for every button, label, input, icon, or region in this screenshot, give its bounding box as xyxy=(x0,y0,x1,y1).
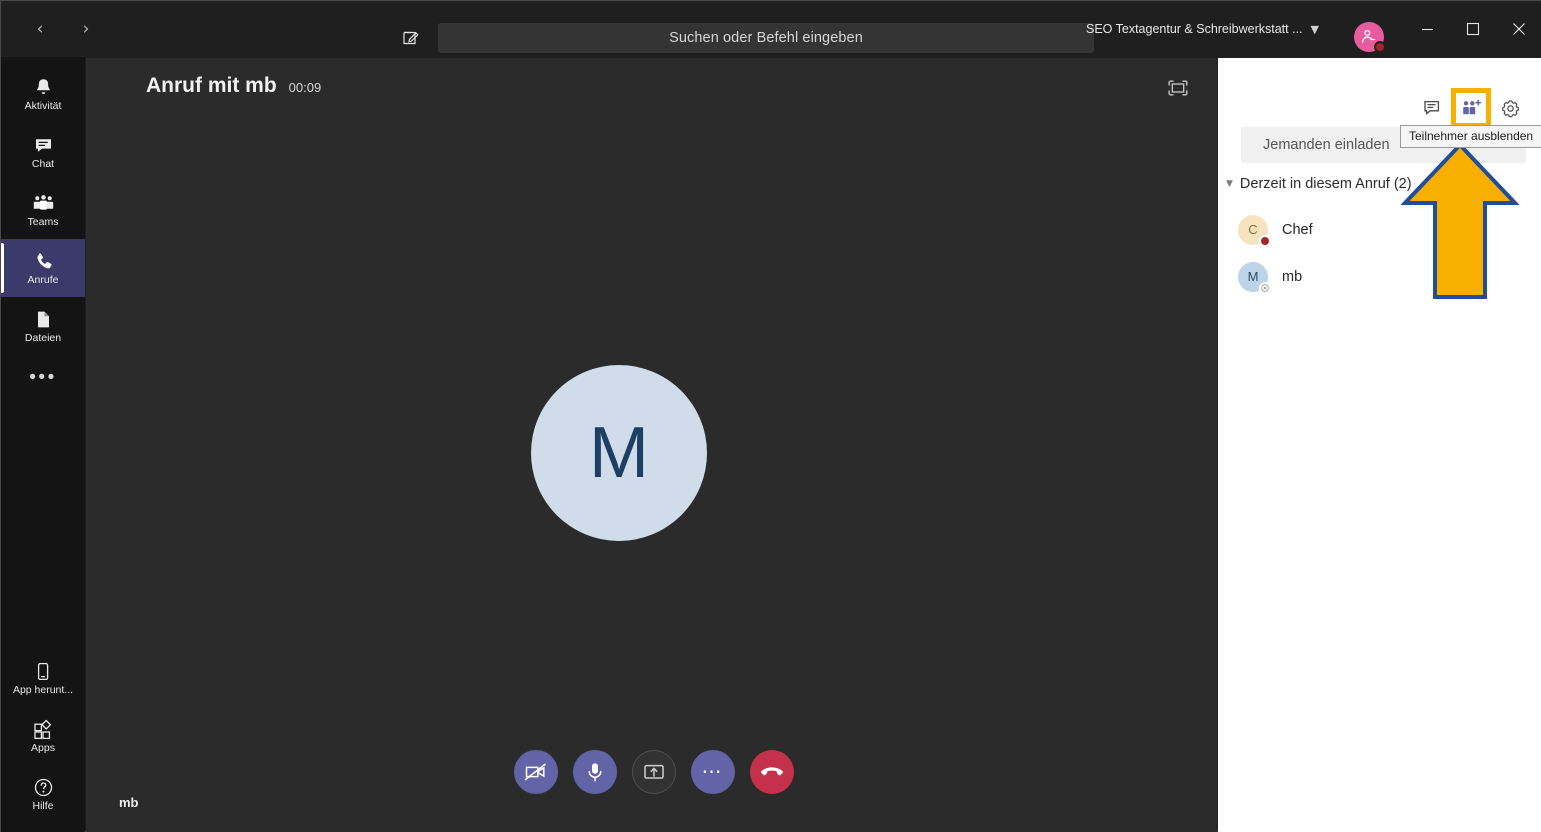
share-screen-icon xyxy=(643,764,664,779)
sidebar-item-label: Dateien xyxy=(24,331,62,344)
gear-icon xyxy=(1501,99,1519,117)
more-dots-icon: ••• xyxy=(29,367,57,388)
page-title: Anruf mit mb xyxy=(146,74,277,97)
app-rail: Aktivität Chat Teams Anrufe Dateien ••• … xyxy=(1,57,85,832)
microphone-button[interactable] xyxy=(572,750,617,794)
participant-name: mb xyxy=(1282,268,1303,285)
share-screen-button[interactable] xyxy=(631,750,676,794)
search-placeholder: Suchen oder Befehl eingeben xyxy=(669,30,863,46)
tooltip: Teilnehmer ausblenden xyxy=(1400,125,1541,148)
minimize-button[interactable] xyxy=(1404,1,1450,57)
compose-message-icon[interactable] xyxy=(397,23,425,51)
device-settings-button[interactable] xyxy=(1495,93,1525,123)
arrow-up-glyph xyxy=(1400,142,1520,299)
sidebar-item-label: Hilfe xyxy=(32,799,54,812)
caret-down-icon: ▼ xyxy=(1226,179,1233,189)
avatar: M xyxy=(1238,261,1271,294)
section-title: Derzeit in diesem Anruf (2) xyxy=(1239,176,1412,192)
participant-large-avatar: M xyxy=(531,365,707,541)
chat-icon xyxy=(35,138,51,152)
call-header: Anruf mit mb 00:09 xyxy=(86,58,1217,118)
apps-grid-icon xyxy=(34,719,52,739)
sidebar-item-anrufe[interactable]: Anrufe xyxy=(1,239,85,297)
sidebar-item-hilfe[interactable]: Hilfe xyxy=(1,765,85,823)
call-controls-bar: ⋯ xyxy=(86,750,1217,794)
help-question-icon xyxy=(34,778,52,796)
avatar-initial: M xyxy=(589,413,649,493)
more-actions-button[interactable]: ⋯ xyxy=(690,750,735,794)
sidebar-more-button[interactable]: ••• xyxy=(1,355,85,401)
invite-placeholder: Jemanden einladen xyxy=(1263,137,1390,153)
sidebar-item-apps[interactable]: Apps xyxy=(1,707,85,765)
search-input[interactable]: Suchen oder Befehl eingeben xyxy=(438,23,1094,53)
sidebar-item-label: Chat xyxy=(31,157,55,170)
maximize-button[interactable] xyxy=(1450,1,1496,57)
account-switcher[interactable]: SEO Textagentur & Schreibwerkstatt ... ▼ xyxy=(1086,1,1319,57)
fullscreen-glyph xyxy=(1168,80,1188,96)
hide-participants-button[interactable] xyxy=(1451,88,1491,128)
avatar: C xyxy=(1238,214,1271,247)
sidebar-item-label: Anrufe xyxy=(27,273,59,286)
compose-glyph xyxy=(403,31,419,45)
status-badge xyxy=(1374,41,1386,53)
participant-name: Chef xyxy=(1282,221,1313,238)
avatar[interactable] xyxy=(1354,22,1386,53)
close-button[interactable] xyxy=(1496,1,1541,57)
offline-glyph xyxy=(1261,283,1269,292)
teams-people-icon xyxy=(33,194,53,210)
sidebar-item-aktivitat[interactable]: Aktivität xyxy=(1,65,85,123)
minimize-icon xyxy=(1421,28,1433,30)
sidebar-bottom-group: App herunt... Apps Hilfe xyxy=(1,649,85,823)
video-tile-name: mb xyxy=(119,795,139,810)
pointer-arrow xyxy=(1400,141,1520,306)
fullscreen-expand-icon[interactable] xyxy=(1165,77,1191,99)
panel-action-buttons xyxy=(1417,88,1525,128)
sidebar-item-app-herunterladen[interactable]: App herunt... xyxy=(1,649,85,707)
offline-circle-icon xyxy=(1259,281,1271,294)
account-name: SEO Textagentur & Schreibwerkstatt ... xyxy=(1085,22,1303,36)
sidebar-item-label: Apps xyxy=(31,741,55,754)
chat-bubble-icon xyxy=(1423,100,1439,115)
current-call-section-header[interactable]: ▼ Derzeit in diesem Anruf (2) xyxy=(1226,176,1412,192)
busy-dot-icon xyxy=(1259,234,1271,247)
close-icon xyxy=(1513,23,1525,35)
sidebar-item-label: Teams xyxy=(27,215,59,228)
chevron-down-icon: ▼ xyxy=(1310,22,1319,36)
forward-button[interactable]: › xyxy=(71,14,101,44)
call-title-group: Anruf mit mb 00:09 xyxy=(146,74,321,98)
sidebar-item-teams[interactable]: Teams xyxy=(1,181,85,239)
sidebar-item-label: Aktivität xyxy=(24,99,62,112)
sidebar-item-chat[interactable]: Chat xyxy=(1,123,85,181)
microphone-icon xyxy=(588,763,601,782)
mobile-device-icon xyxy=(37,662,49,680)
people-add-icon xyxy=(1462,99,1481,115)
back-button[interactable]: ‹ xyxy=(25,14,55,44)
sidebar-item-label: App herunt... xyxy=(12,683,74,696)
maximize-icon xyxy=(1466,22,1480,36)
camera-off-button[interactable] xyxy=(513,750,558,794)
call-stage: Anruf mit mb 00:09 M mb ⋯ xyxy=(86,58,1217,832)
avatar-initial: C xyxy=(1248,222,1258,237)
avatar-initial: M xyxy=(1247,269,1259,284)
teams-window: ‹ › Suchen oder Befehl eingeben SEO Text… xyxy=(0,0,1541,832)
call-duration: 00:09 xyxy=(288,80,322,95)
bell-icon xyxy=(36,79,50,94)
title-bar: ‹ › Suchen oder Befehl eingeben SEO Text… xyxy=(1,1,1541,57)
hang-up-button[interactable] xyxy=(749,750,794,794)
sidebar-item-dateien[interactable]: Dateien xyxy=(1,297,85,355)
file-icon xyxy=(37,311,49,328)
phone-icon xyxy=(36,253,52,269)
show-conversation-button[interactable] xyxy=(1417,93,1447,123)
people-add-button-inner xyxy=(1456,93,1486,123)
camera-off-icon xyxy=(524,763,546,781)
hang-up-icon xyxy=(760,767,783,776)
